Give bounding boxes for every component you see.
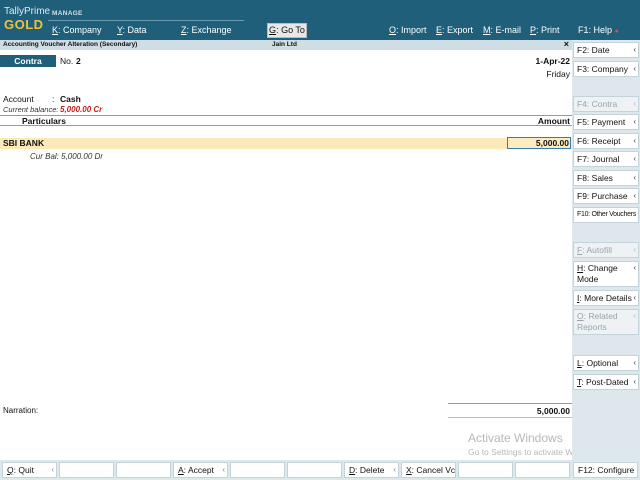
- chevron-left-icon: ‹: [633, 293, 636, 302]
- menu-import[interactable]: O: Import: [389, 25, 427, 35]
- chevron-left-icon: ‹: [633, 45, 636, 54]
- related-reports-button[interactable]: O: Related Reports ‹: [573, 309, 639, 335]
- chevron-left-icon: ‹: [393, 465, 396, 474]
- bottom-empty-button-3[interactable]: [230, 462, 285, 478]
- menu-data[interactable]: Y: Data: [117, 25, 147, 35]
- current-balance-value: 5,000.00 Cr: [60, 105, 103, 114]
- f3-company-button[interactable]: F3: Company ‹: [573, 61, 639, 77]
- post-dated-button[interactable]: T: Post-Dated ‹: [573, 374, 639, 390]
- right-button-panel: F2: Date ‹ F3: Company ‹ F4: Contra ‹ F5: P…: [572, 40, 640, 460]
- menu-email[interactable]: M: E-mail: [483, 25, 521, 35]
- chevron-left-icon: ‹: [51, 465, 54, 474]
- chevron-left-icon: ‹: [222, 465, 225, 474]
- current-balance-label: Current balance:: [3, 105, 59, 114]
- bottom-empty-button-5[interactable]: [458, 462, 513, 478]
- quit-button[interactable]: Q: Quit ‹: [2, 462, 57, 478]
- f5-payment-button[interactable]: F5: Payment ‹: [573, 114, 639, 130]
- more-details-button[interactable]: I: More Details ‹: [573, 290, 639, 306]
- narration-label: Narration:: [3, 406, 39, 415]
- manage-divider: [48, 20, 244, 21]
- account-colon: :: [52, 94, 55, 104]
- account-label: Account: [3, 94, 34, 104]
- chevron-left-icon: ‹: [633, 154, 636, 163]
- particulars-header: Particulars: [22, 116, 66, 126]
- screen-title: Accounting Voucher Alteration (Secondary…: [3, 41, 138, 48]
- bottom-empty-button-2[interactable]: [116, 462, 171, 478]
- total-divider-bottom: [448, 417, 572, 418]
- close-icon[interactable]: ×: [564, 39, 569, 49]
- chevron-left-icon: ‹: [633, 358, 636, 367]
- product-name: TallyPrime: [4, 6, 51, 17]
- entry-column-header: Particulars Amount: [0, 115, 572, 126]
- change-mode-button[interactable]: H: Change Mode ‹: [573, 261, 639, 287]
- optional-button[interactable]: L: Optional ‹: [573, 355, 639, 371]
- brand-logo: TallyPrime GOLD: [4, 6, 50, 32]
- manage-label: MANAGE: [52, 10, 83, 17]
- f10-other-vouchers-button[interactable]: F10: Other Vouchers: [573, 207, 639, 223]
- entry-row[interactable]: SBI BANK 5,000.00: [0, 137, 572, 149]
- voucher-day: Friday: [546, 69, 570, 79]
- cancel-voucher-button[interactable]: X: Cancel Vch: [401, 462, 456, 478]
- f9-purchase-button[interactable]: F9: Purchase ‹: [573, 188, 639, 204]
- account-field[interactable]: Cash: [60, 94, 81, 104]
- chevron-left-icon: ‹: [633, 245, 636, 254]
- chevron-left-icon: ‹: [633, 311, 636, 320]
- f7-journal-button[interactable]: F7: Journal ‹: [573, 151, 639, 167]
- chevron-left-icon: ‹: [633, 64, 636, 73]
- bottom-empty-button-4[interactable]: [287, 462, 342, 478]
- delete-button[interactable]: D: Delete ‹: [344, 462, 399, 478]
- bottom-empty-button-1[interactable]: [59, 462, 114, 478]
- bottom-button-bar: Q: Quit ‹ A: Accept ‹ D: Delete ‹ X: Cancel…: [0, 460, 640, 480]
- chevron-left-icon: ‹: [633, 117, 636, 126]
- voucher-no-label: No.: [60, 56, 74, 66]
- f8-sales-button[interactable]: F8: Sales ‹: [573, 170, 639, 186]
- amount-header: Amount: [537, 116, 570, 126]
- voucher-no-value[interactable]: 2: [76, 56, 81, 66]
- chevron-left-icon: ‹: [633, 173, 636, 182]
- top-menu-bar: TallyPrime GOLD MANAGE K: Company Y: Dat…: [0, 0, 640, 40]
- total-amount: 5,000.00: [536, 406, 570, 416]
- f4-contra-button[interactable]: F4: Contra ‹: [573, 96, 639, 112]
- entry-ledger-name[interactable]: SBI BANK: [3, 138, 44, 148]
- company-title: Jain Ltd: [272, 41, 297, 48]
- total-divider: [448, 403, 572, 404]
- edition-name: GOLD: [4, 17, 44, 32]
- goto-button[interactable]: G: Go To: [267, 23, 307, 38]
- entry-amount-field[interactable]: 5,000.00: [507, 137, 571, 149]
- help-dot-icon: ●: [614, 28, 619, 35]
- chevron-left-icon: ‹: [633, 191, 636, 200]
- menu-export[interactable]: E: Export: [436, 25, 473, 35]
- voucher-date[interactable]: 1-Apr-22: [536, 56, 570, 66]
- menu-print[interactable]: P: Print: [530, 25, 560, 35]
- bottom-empty-button-6[interactable]: [515, 462, 570, 478]
- accept-button[interactable]: A: Accept ‹: [173, 462, 228, 478]
- menu-exchange[interactable]: Z: Exchange: [181, 25, 232, 35]
- f2-date-button[interactable]: F2: Date ‹: [573, 42, 639, 58]
- voucher-type-badge: Contra: [0, 55, 56, 67]
- voucher-form: Contra No. 2 1-Apr-22 Friday Account : C…: [0, 50, 602, 460]
- configure-button[interactable]: F12: Configure: [573, 462, 638, 478]
- screen-title-bar: Accounting Voucher Alteration (Secondary…: [0, 39, 572, 50]
- chevron-left-icon: ‹: [633, 99, 636, 108]
- menu-company[interactable]: K: Company: [52, 25, 102, 35]
- activation-watermark-title: Activate Windows: [468, 431, 563, 445]
- autofill-button[interactable]: F: Autofill ‹: [573, 242, 639, 258]
- chevron-left-icon: ‹: [633, 263, 636, 272]
- menu-help[interactable]: F1: Help ●: [578, 25, 619, 35]
- chevron-left-icon: ‹: [633, 136, 636, 145]
- entry-current-balance: Cur Bal: 5,000.00 Dr: [30, 152, 103, 161]
- chevron-left-icon: ‹: [633, 377, 636, 386]
- f6-receipt-button[interactable]: F6: Receipt ‹: [573, 133, 639, 149]
